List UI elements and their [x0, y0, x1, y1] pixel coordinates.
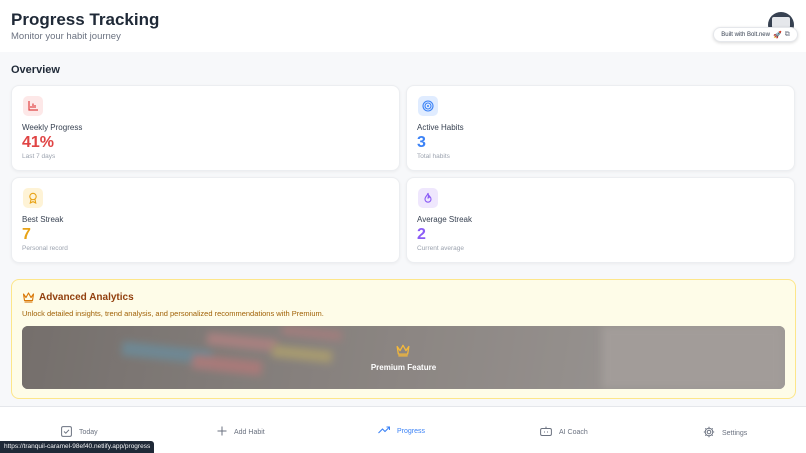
- nav-item-progress[interactable]: Progress: [378, 426, 425, 436]
- bot-icon: [540, 426, 552, 438]
- stat-label: Best Streak: [22, 215, 64, 224]
- stat-value: 3: [417, 134, 426, 151]
- stat-subtext: Total habits: [417, 153, 450, 160]
- bar-chart-icon: [23, 96, 43, 116]
- stat-label: Weekly Progress: [22, 123, 83, 132]
- premium-title: Advanced Analytics: [39, 292, 134, 303]
- plus-icon: [217, 426, 227, 438]
- stat-value: 7: [22, 226, 31, 243]
- page-header: Progress Tracking Monitor your habit jou…: [0, 0, 806, 52]
- bolt-badge-label: Built with Bolt.new: [721, 31, 770, 38]
- nav-label: Add Habit: [234, 428, 265, 436]
- rocket-icon: 🚀: [772, 31, 782, 39]
- crown-icon: [22, 290, 35, 308]
- stat-card-active-habits: Active Habits 3 Total habits: [406, 85, 795, 171]
- award-icon: [23, 188, 43, 208]
- stat-value: 41%: [22, 134, 55, 151]
- premium-feature-preview[interactable]: Premium Feature: [22, 326, 785, 389]
- stat-value: 2: [417, 226, 426, 243]
- stat-card-weekly-progress: Weekly Progress 41% Last 7 days: [11, 85, 400, 171]
- premium-feature-label: Premium Feature: [370, 363, 437, 372]
- nav-label: Settings: [722, 429, 748, 437]
- nav-item-settings[interactable]: Settings: [703, 426, 747, 440]
- section-title-overview: Overview: [11, 64, 60, 76]
- stat-card-average-streak: Average Streak 2 Current average: [406, 177, 795, 263]
- nav-label: AI Coach: [559, 428, 588, 436]
- nav-item-ai-coach[interactable]: AI Coach: [540, 426, 588, 438]
- target-icon: [418, 96, 438, 116]
- nav-label: Progress: [397, 427, 426, 435]
- stat-label: Average Streak: [417, 215, 472, 224]
- trend-up-icon: [378, 426, 391, 436]
- nav-label: Today: [79, 429, 98, 436]
- browser-status-url: https://tranquil-caramel-98ef40.netlify.…: [0, 441, 155, 453]
- stat-label: Active Habits: [417, 123, 464, 132]
- page-title: Progress Tracking: [11, 10, 160, 29]
- stat-subtext: Personal record: [22, 245, 68, 252]
- stat-subtext: Current average: [417, 245, 464, 252]
- flame-icon: [418, 188, 438, 208]
- gear-icon: [703, 426, 715, 440]
- premium-description: Unlock detailed insights, trend analysis…: [22, 309, 324, 318]
- stat-card-best-streak: Best Streak 7 Personal record: [11, 177, 400, 263]
- checkbox-icon: [61, 426, 72, 439]
- nav-item-add-habit[interactable]: Add Habit: [217, 426, 265, 438]
- built-with-bolt-badge[interactable]: Built with Bolt.new 🚀 ⧉: [713, 27, 798, 42]
- stat-subtext: Last 7 days: [22, 153, 56, 160]
- external-link-icon: ⧉: [784, 30, 790, 38]
- nav-item-today[interactable]: Today: [61, 426, 98, 439]
- page-subtitle: Monitor your habit journey: [11, 31, 121, 42]
- advanced-analytics-panel: Advanced Analytics Unlock detailed insig…: [11, 279, 796, 399]
- crown-icon: [395, 343, 411, 362]
